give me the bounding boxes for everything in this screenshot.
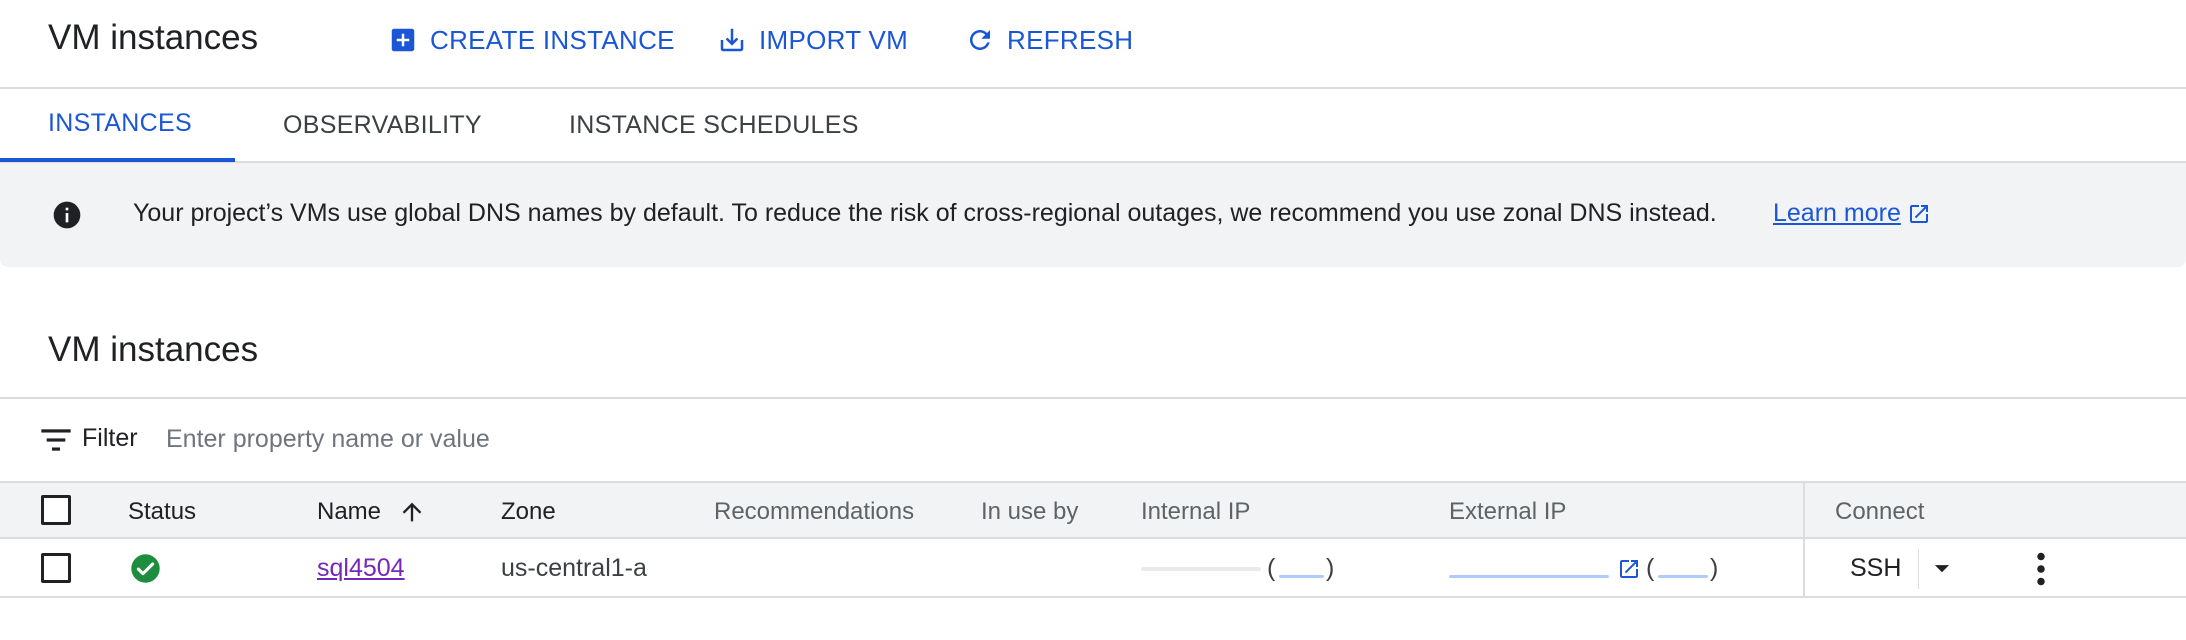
column-external-ip: External IP	[1449, 498, 1567, 525]
external-ip-link[interactable]	[1449, 575, 1609, 578]
filter-icon	[41, 429, 71, 451]
add-box-icon	[391, 28, 415, 52]
select-all-checkbox[interactable]	[41, 495, 71, 525]
create-instance-label: CREATE INSTANCE	[430, 24, 675, 55]
column-in-use-by: In use by	[981, 498, 1079, 525]
tab-observability[interactable]: OBSERVABILITY	[235, 89, 530, 161]
ssh-divider	[1918, 549, 1919, 589]
import-vm-label: IMPORT VM	[759, 24, 909, 55]
filter-input[interactable]	[166, 419, 1066, 459]
section-title: VM instances	[48, 330, 259, 369]
internal-ip-nic-link[interactable]	[1279, 575, 1324, 578]
learn-more-label: Learn more	[1773, 199, 1901, 227]
info-icon	[53, 201, 81, 229]
refresh-icon	[970, 30, 990, 50]
banner-message: Your project’s VMs use global DNS names …	[133, 199, 1717, 227]
column-recommendations: Recommendations	[714, 498, 915, 525]
row-checkbox[interactable]	[41, 553, 71, 583]
page-title: VM instances	[48, 18, 259, 57]
external-ip-paren-open: (	[1646, 554, 1655, 582]
instance-zone: us-central1-a	[501, 554, 647, 582]
internal-ip-paren-close: )	[1326, 554, 1335, 582]
table-header: Status Name Zone Recommendations In use …	[0, 481, 2186, 539]
check-circle-icon	[131, 554, 160, 583]
column-separator	[1803, 483, 1805, 539]
internal-ip-paren-open: (	[1267, 554, 1276, 582]
tab-bar: INSTANCES OBSERVABILITY INSTANCE SCHEDUL…	[0, 89, 2186, 163]
refresh-button[interactable]: REFRESH	[965, 23, 1133, 57]
column-connect: Connect	[1835, 498, 1925, 525]
create-instance-button[interactable]: CREATE INSTANCE	[388, 23, 675, 57]
filter-label: Filter	[82, 424, 138, 452]
chevron-down-icon[interactable]	[1925, 551, 1959, 585]
learn-more-link[interactable]: Learn more	[1773, 199, 1931, 228]
instance-name-link[interactable]: sql4504	[317, 554, 405, 583]
page-header: VM instances CREATE INSTANCE IMPORT VM R…	[0, 0, 2186, 89]
external-ip-nic-link[interactable]	[1658, 575, 1708, 578]
refresh-label: REFRESH	[1007, 24, 1134, 55]
column-name[interactable]: Name	[317, 498, 381, 526]
open-in-new-icon[interactable]	[1617, 557, 1641, 581]
column-separator	[1803, 539, 1805, 596]
ssh-button[interactable]: SSH	[1850, 554, 1901, 583]
table-row: sql4504 us-central1-a ( ) ( ) SSH	[0, 539, 2186, 598]
import-vm-button[interactable]: IMPORT VM	[717, 23, 908, 57]
external-ip-paren-close: )	[1710, 554, 1719, 582]
download-icon	[720, 28, 744, 52]
more-vert-icon[interactable]	[2026, 549, 2056, 589]
column-internal-ip: Internal IP	[1141, 498, 1251, 525]
internal-ip-redacted	[1141, 567, 1261, 571]
filter-bar: Filter	[0, 399, 2186, 481]
open-in-new-icon	[1909, 204, 1928, 223]
instance-name: sql4504	[317, 554, 405, 582]
column-zone[interactable]: Zone	[501, 498, 556, 526]
column-status[interactable]: Status	[128, 498, 196, 526]
tab-instance-schedules[interactable]: INSTANCE SCHEDULES	[521, 89, 907, 161]
dns-info-banner: Your project’s VMs use global DNS names …	[0, 163, 2186, 267]
arrow-up-icon[interactable]	[398, 497, 426, 527]
tab-instances[interactable]: INSTANCES	[0, 89, 235, 162]
